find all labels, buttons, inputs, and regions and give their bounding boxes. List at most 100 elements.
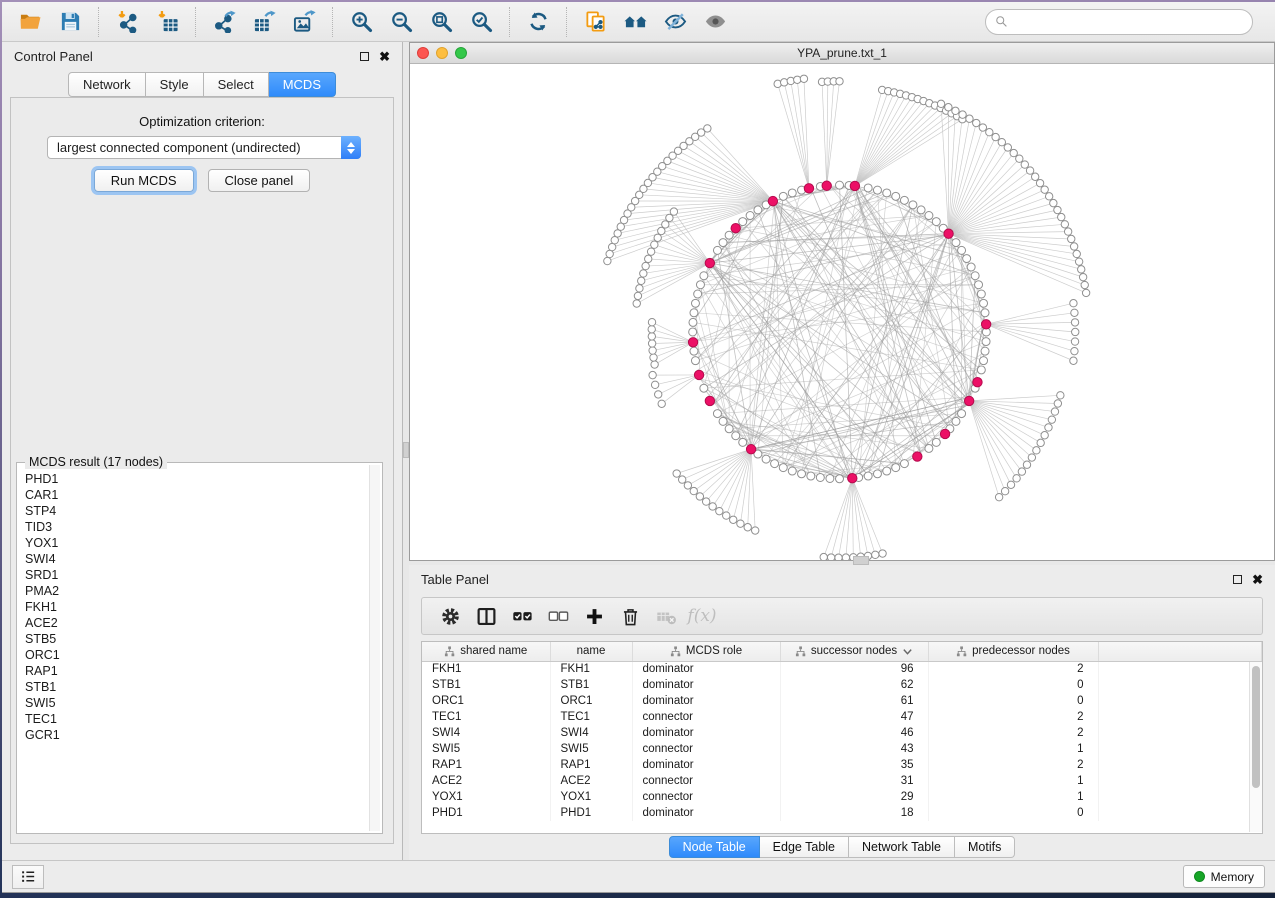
table-cell[interactable]: 61: [780, 693, 928, 709]
table-cell[interactable]: 0: [928, 693, 1098, 709]
table-cell[interactable]: 43: [780, 741, 928, 757]
clone-network-button[interactable]: [575, 6, 615, 38]
table-cell[interactable]: 0: [928, 805, 1098, 821]
table-cell[interactable]: 96: [780, 661, 928, 677]
table-cell[interactable]: 35: [780, 757, 928, 773]
table-cell[interactable]: RAP1: [550, 757, 632, 773]
mcds-list-scrollbar[interactable]: [369, 465, 380, 831]
tab-style[interactable]: Style: [146, 72, 204, 97]
table-cell[interactable]: TEC1: [550, 709, 632, 725]
mcds-result-item[interactable]: TID3: [25, 519, 362, 535]
table-cell[interactable]: FKH1: [550, 661, 632, 677]
mcds-result-item[interactable]: PHD1: [25, 471, 362, 487]
table-cell[interactable]: YOX1: [422, 789, 550, 805]
table-cell[interactable]: SWI5: [550, 741, 632, 757]
table-scrollbar[interactable]: [1249, 662, 1262, 832]
hide-selected-button[interactable]: [655, 6, 695, 38]
vertical-splitter[interactable]: [403, 42, 409, 860]
table-row[interactable]: TEC1TEC1connector472: [422, 709, 1262, 725]
table-cell[interactable]: PHD1: [422, 805, 550, 821]
column-header-name[interactable]: name: [550, 642, 632, 661]
table-cell[interactable]: dominator: [632, 677, 780, 693]
table-cell[interactable]: 1: [928, 789, 1098, 805]
table-cell[interactable]: 2: [928, 757, 1098, 773]
close-table-panel-button[interactable]: ✖: [1252, 575, 1263, 584]
splitter-grabber-h[interactable]: [853, 556, 869, 565]
columns-button[interactable]: [468, 601, 504, 631]
table-cell[interactable]: dominator: [632, 693, 780, 709]
table-row[interactable]: ORC1ORC1dominator610: [422, 693, 1262, 709]
column-header-shared-name[interactable]: shared name: [422, 642, 550, 661]
trash-button[interactable]: [612, 601, 648, 631]
mcds-result-item[interactable]: STB1: [25, 679, 362, 695]
mcds-result-list[interactable]: PHD1CAR1STP4TID3YOX1SWI4SRD1PMA2FKH1ACE2…: [19, 469, 368, 831]
column-header-MCDS-role[interactable]: MCDS role: [632, 642, 780, 661]
mcds-result-item[interactable]: STB5: [25, 631, 362, 647]
table-row[interactable]: SWI5SWI5connector431: [422, 741, 1262, 757]
table-scrollbar-thumb[interactable]: [1252, 666, 1260, 788]
add-button[interactable]: [576, 601, 612, 631]
mcds-result-item[interactable]: GCR1: [25, 727, 362, 743]
float-panel-button[interactable]: [360, 52, 369, 61]
table-cell[interactable]: dominator: [632, 757, 780, 773]
table-cell[interactable]: SWI4: [422, 725, 550, 741]
float-table-panel-button[interactable]: [1233, 575, 1242, 584]
zoom-in-button[interactable]: [341, 6, 381, 38]
mcds-result-item[interactable]: CAR1: [25, 487, 362, 503]
table-cell[interactable]: SWI5: [422, 741, 550, 757]
gear-button[interactable]: [432, 601, 468, 631]
network-graph[interactable]: [410, 64, 1274, 560]
table-cell[interactable]: dominator: [632, 805, 780, 821]
network-canvas[interactable]: [410, 64, 1274, 560]
mcds-result-item[interactable]: SWI4: [25, 551, 362, 567]
zoom-selected-button[interactable]: [461, 6, 501, 38]
close-panel-button[interactable]: ✖: [379, 52, 390, 61]
tab-node-table[interactable]: Node Table: [669, 836, 760, 858]
table-cell[interactable]: 18: [780, 805, 928, 821]
table-cell[interactable]: 1: [928, 741, 1098, 757]
mcds-result-item[interactable]: YOX1: [25, 535, 362, 551]
mcds-result-item[interactable]: FKH1: [25, 599, 362, 615]
mcds-result-item[interactable]: ORC1: [25, 647, 362, 663]
table-cell[interactable]: STB1: [550, 677, 632, 693]
select-all-button[interactable]: [504, 601, 540, 631]
tab-motifs[interactable]: Motifs: [955, 836, 1015, 858]
table-cell[interactable]: connector: [632, 709, 780, 725]
column-header-successor-nodes[interactable]: successor nodes: [780, 642, 928, 661]
table-cell[interactable]: RAP1: [422, 757, 550, 773]
show-all-button[interactable]: [695, 6, 735, 38]
table-cell[interactable]: connector: [632, 789, 780, 805]
criterion-select[interactable]: largest connected component (undirected): [47, 136, 361, 159]
table-cell[interactable]: 46: [780, 725, 928, 741]
table-cell[interactable]: 2: [928, 709, 1098, 725]
tab-mcds[interactable]: MCDS: [269, 72, 336, 97]
table-cell[interactable]: ACE2: [422, 773, 550, 789]
table-cell[interactable]: 2: [928, 661, 1098, 677]
table-cell[interactable]: STB1: [422, 677, 550, 693]
export-image-button[interactable]: [284, 6, 324, 38]
refresh-button[interactable]: [518, 6, 558, 38]
table-cell[interactable]: dominator: [632, 725, 780, 741]
table-cell[interactable]: 31: [780, 773, 928, 789]
zoom-out-button[interactable]: [381, 6, 421, 38]
mcds-result-item[interactable]: ACE2: [25, 615, 362, 631]
table-cell[interactable]: TEC1: [422, 709, 550, 725]
zoom-fit-button[interactable]: [421, 6, 461, 38]
mcds-result-item[interactable]: TEC1: [25, 711, 362, 727]
first-neighbors-button[interactable]: [615, 6, 655, 38]
table-cell[interactable]: dominator: [632, 661, 780, 677]
search-input[interactable]: [1015, 15, 1243, 29]
table-row[interactable]: STB1STB1dominator620: [422, 677, 1262, 693]
table-cell[interactable]: PHD1: [550, 805, 632, 821]
mcds-result-item[interactable]: SWI5: [25, 695, 362, 711]
import-table-button[interactable]: [147, 6, 187, 38]
import-network-button[interactable]: [107, 6, 147, 38]
table-row[interactable]: ACE2ACE2connector311: [422, 773, 1262, 789]
table-row[interactable]: FKH1FKH1dominator962: [422, 661, 1262, 677]
tab-edge-table[interactable]: Edge Table: [760, 836, 849, 858]
table-cell[interactable]: ORC1: [422, 693, 550, 709]
open-folder-button[interactable]: [10, 6, 50, 38]
tab-select[interactable]: Select: [204, 72, 269, 97]
close-panel-button-2[interactable]: Close panel: [208, 169, 311, 192]
splitter-grabber[interactable]: [403, 442, 409, 458]
